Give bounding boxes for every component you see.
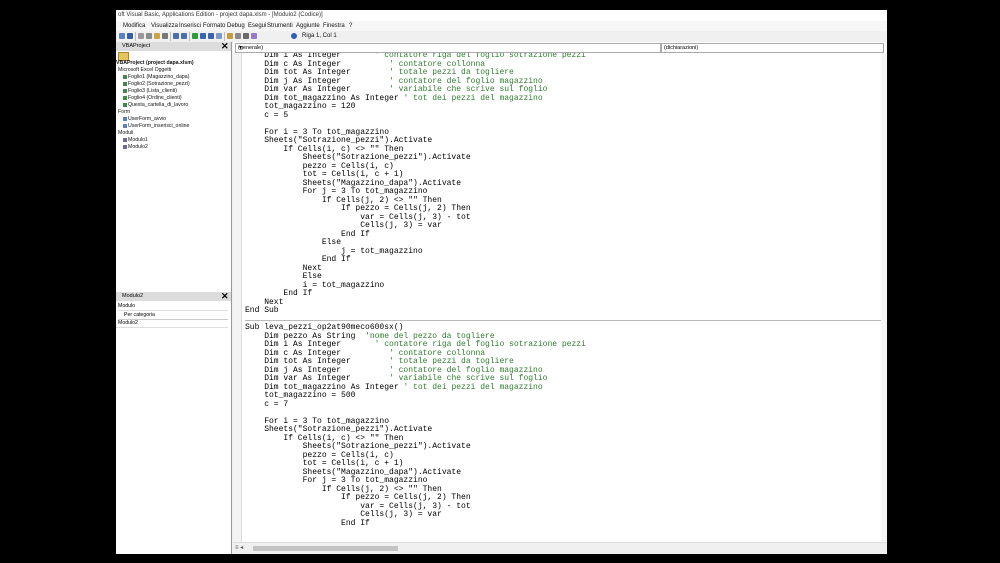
menu-modifica[interactable]: Modifica [123, 21, 145, 31]
menu-formato[interactable]: Formato [203, 21, 225, 31]
properties-title: Modulo2 [122, 293, 144, 299]
properties-header: Modulo2 ✕ [116, 291, 231, 301]
code-text: c = 5 [245, 110, 289, 120]
properties-object-select[interactable]: Modulo [118, 302, 228, 311]
redo-icon[interactable] [181, 33, 187, 39]
code-text: c = 7 [245, 399, 289, 409]
property-row-name[interactable]: Modulo2 [116, 320, 228, 328]
menu-bar: Modifica Visualizza Inserisci Formato De… [116, 21, 887, 31]
properties-icon[interactable] [235, 33, 241, 39]
vertical-scrollbar[interactable] [881, 53, 887, 542]
code-text: End Sub [245, 306, 279, 315]
horizontal-scrollbar[interactable]: ≡ ◂ [233, 542, 887, 554]
project-explorer: VBAProject ✕ VBAProject (project dapa.xl… [116, 41, 232, 292]
code-text: End If [245, 518, 370, 528]
menu-aggiunte[interactable]: Aggiunte [296, 21, 320, 31]
close-icon[interactable]: ✕ [221, 291, 229, 301]
toolbox-icon[interactable] [251, 33, 257, 39]
scroll-thumb[interactable] [253, 546, 398, 551]
project-explorer-title: VBAProject [122, 43, 151, 49]
procedure-combo[interactable]: (dichiarazioni) [661, 43, 884, 53]
close-icon[interactable]: ✕ [221, 41, 229, 51]
tree-item-module[interactable]: Modulo1 [123, 137, 148, 143]
workbook-icon [123, 102, 127, 107]
save-icon[interactable] [127, 33, 133, 39]
tree-item-module[interactable]: Modulo2 [123, 144, 148, 150]
code-area[interactable]: Dim i As Integer ' contatore riga del fo… [245, 53, 885, 542]
menu-esegui[interactable]: Esegui [248, 21, 266, 31]
code-line[interactable]: End If [245, 518, 370, 529]
code-line[interactable]: End Sub [245, 306, 279, 316]
tree-item-sheet[interactable]: Foglio2 (Sotrazione_pezzi) [123, 81, 190, 87]
properties-window: Modulo2 ✕ Modulo Per categoria Modulo2 [116, 291, 232, 554]
menu-visualizza[interactable]: Visualizza [151, 21, 178, 31]
toolbar-separator [224, 32, 225, 41]
view-excel-icon[interactable] [119, 33, 125, 39]
cut-icon[interactable] [138, 33, 144, 39]
tree-group-forms[interactable]: Form [118, 109, 130, 115]
object-browser-icon[interactable] [243, 33, 249, 39]
project-explorer-icon[interactable] [227, 33, 233, 39]
module-icon [123, 144, 127, 149]
vba-editor-window: oft Visual Basic, Applications Edition -… [116, 10, 887, 554]
tree-item-form[interactable]: UserForm_avvio [123, 116, 166, 122]
reset-icon[interactable] [208, 33, 214, 39]
menu-finestra[interactable]: Finestra [323, 21, 345, 31]
paste-icon[interactable] [154, 33, 160, 39]
copy-icon[interactable] [146, 33, 152, 39]
menu-help[interactable]: ? [349, 21, 352, 31]
sheet-icon [123, 88, 127, 93]
toolbar-separator [189, 32, 190, 41]
sheet-icon [123, 95, 127, 100]
tree-group-modules[interactable]: Moduli [118, 130, 133, 136]
code-editor: (generale) ▼ (dichiarazioni) Dim i As In… [233, 42, 887, 554]
sheet-icon [123, 74, 127, 79]
chevron-down-icon[interactable]: ▼ [238, 44, 659, 52]
undo-icon[interactable] [173, 33, 179, 39]
code-line[interactable]: c = 7 [245, 399, 289, 410]
module-icon [123, 137, 127, 142]
sheet-icon [123, 81, 127, 86]
object-combo[interactable]: (generale) ▼ [235, 43, 661, 53]
project-explorer-header: VBAProject ✕ [116, 41, 231, 51]
tree-item-sheet[interactable]: Foglio3 (Lista_clienti) [123, 88, 177, 94]
code-margin[interactable] [233, 53, 242, 542]
form-icon [123, 116, 127, 121]
title-bar: oft Visual Basic, Applications Edition -… [116, 10, 887, 21]
tree-item-workbook[interactable]: Questa_cartella_di_lavoro [123, 102, 188, 108]
tree-item-form[interactable]: UserForm_inserisci_online [123, 123, 189, 129]
code-comment: ' tot dei pezzi del magazzino [403, 93, 543, 103]
tree-root[interactable]: VBAProject (project dapa.xlsm) [116, 60, 194, 66]
tree-group-objects[interactable]: Microsoft Excel Oggetti [118, 67, 171, 73]
form-icon [123, 123, 127, 128]
find-icon[interactable] [162, 33, 168, 39]
menu-inserisci[interactable]: Inserisci [179, 21, 201, 31]
toolbar-separator [135, 32, 136, 41]
help-icon[interactable] [291, 33, 297, 39]
menu-strumenti[interactable]: Strumenti [267, 21, 293, 31]
code-line[interactable]: c = 5 [245, 110, 289, 121]
run-icon[interactable] [192, 33, 198, 39]
code-comment: ' tot dei pezzi del magazzino [403, 382, 543, 392]
tree-item-sheet[interactable]: Foglio1 (Magazzino_dapa) [123, 74, 189, 80]
procedure-separator [245, 319, 885, 321]
tab-per-categoria[interactable]: Per categoria [118, 311, 228, 320]
design-mode-icon[interactable] [216, 33, 222, 39]
view-mode-buttons[interactable]: ≡ ◂ [235, 544, 243, 551]
toolbar-separator [170, 32, 171, 41]
cursor-position: Riga 1, Col 1 [302, 33, 337, 39]
menu-debug[interactable]: Debug [227, 21, 245, 31]
tree-item-sheet[interactable]: Foglio4 (Ordine_clienti) [123, 95, 182, 101]
window-title: oft Visual Basic, Applications Edition -… [118, 12, 323, 18]
break-icon[interactable] [200, 33, 206, 39]
